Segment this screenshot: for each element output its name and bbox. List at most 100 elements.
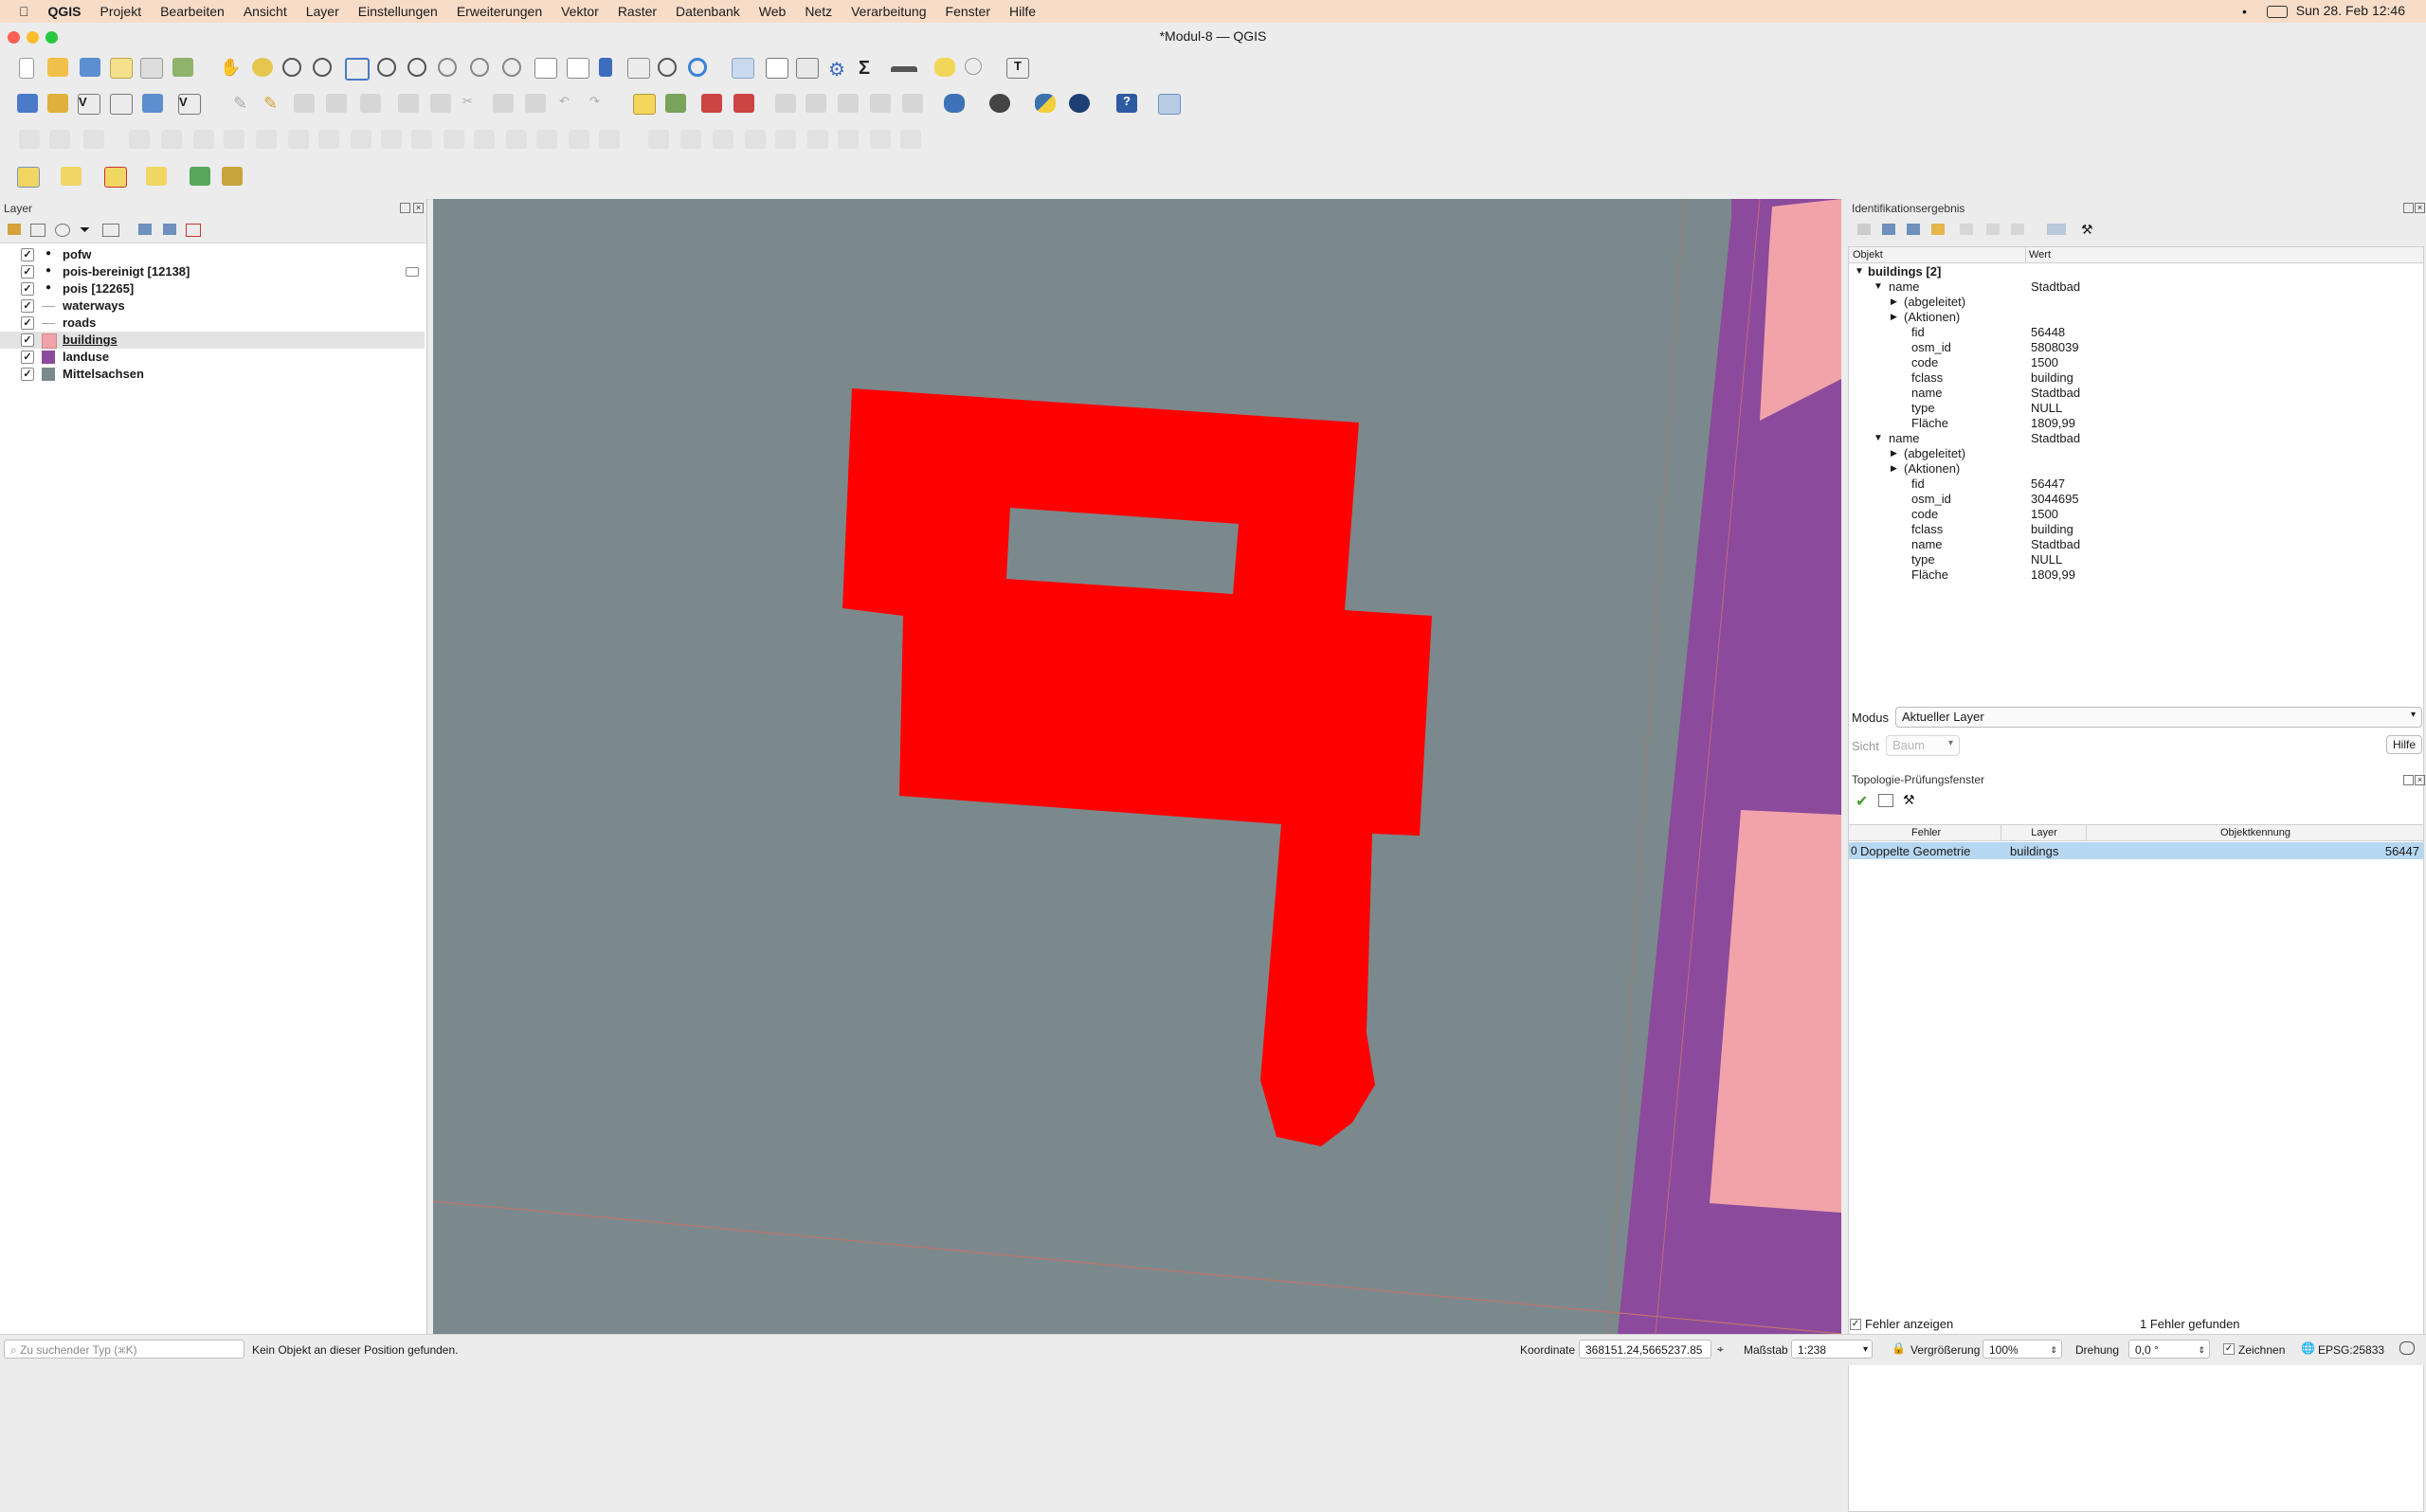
- map-canvas[interactable]: [433, 199, 1841, 1334]
- battery-icon[interactable]: [2267, 6, 2288, 18]
- crs-button[interactable]: EPSG:25833: [2318, 1343, 2384, 1357]
- rotation-field[interactable]: 0,0 ° ⇕: [2128, 1340, 2210, 1359]
- vertex-editor-icon[interactable]: [745, 130, 766, 149]
- move-label-icon[interactable]: [775, 94, 796, 113]
- layer-row-pofw[interactable]: ✓ ● pofw: [0, 246, 425, 263]
- column-header-value[interactable]: Wert: [2029, 249, 2051, 261]
- help-contents-icon[interactable]: ?: [1116, 94, 1137, 113]
- identify-mode-icon[interactable]: [2047, 224, 2066, 235]
- statistical-summary-icon[interactable]: Σ: [859, 58, 879, 79]
- pan-to-selection-icon[interactable]: [252, 58, 273, 77]
- feature-key[interactable]: name: [1889, 431, 1920, 445]
- avoid-intersections-icon[interactable]: [807, 130, 828, 149]
- collapse-all-icon[interactable]: [163, 224, 176, 235]
- rotate-point-symbols-icon[interactable]: [536, 130, 557, 149]
- float-panel-icon[interactable]: [2403, 203, 2414, 213]
- actions-node[interactable]: (Aktionen): [1904, 461, 1960, 476]
- align-rasters-icon[interactable]: [680, 130, 701, 149]
- digitize-icon[interactable]: [326, 94, 347, 113]
- derived-node[interactable]: (abgeleitet): [1904, 295, 1965, 309]
- zoom-native-icon[interactable]: [438, 58, 457, 77]
- data-source-manager-icon[interactable]: [17, 94, 38, 113]
- menubar-clock[interactable]: Sun 28. Feb 12:46: [2296, 3, 2405, 18]
- new-virtual-layer-icon[interactable]: [142, 94, 163, 113]
- self-snapping-icon[interactable]: [775, 130, 796, 149]
- show-bookmarks-icon[interactable]: [627, 58, 650, 79]
- merge-features-icon[interactable]: [474, 130, 495, 149]
- new-temporary-layer-icon[interactable]: [110, 94, 133, 115]
- zoom-out-icon[interactable]: [313, 58, 332, 77]
- filter-legend-icon[interactable]: ⏷: [80, 222, 90, 238]
- map-tips-icon[interactable]: [934, 58, 955, 77]
- render-checkbox[interactable]: ✓: [2223, 1343, 2235, 1355]
- crs-globe-icon[interactable]: 🌐: [2301, 1341, 2315, 1355]
- layer-visibility-checkbox[interactable]: ✓: [21, 316, 34, 330]
- toggle-extents-icon[interactable]: ⌖: [1717, 1342, 1724, 1357]
- manage-visibility-icon[interactable]: [55, 224, 70, 237]
- topological-editing-icon[interactable]: [838, 130, 859, 149]
- collapse-arrow-icon[interactable]: ▼: [1874, 281, 1883, 292]
- expand-arrow-icon[interactable]: ▶: [1891, 463, 1897, 474]
- print-results-icon[interactable]: [2011, 224, 2024, 235]
- column-header-feature-id[interactable]: Objektkennung: [2090, 827, 2421, 838]
- highlight-labels-icon[interactable]: [733, 94, 754, 113]
- close-panel-icon[interactable]: ×: [2415, 203, 2425, 213]
- shape-digitizing-icon[interactable]: [83, 130, 104, 149]
- menu-layer[interactable]: Layer: [306, 4, 339, 19]
- filter-indicator-icon[interactable]: [406, 267, 419, 277]
- add-part-icon[interactable]: [256, 130, 277, 149]
- menu-erweiterungen[interactable]: Erweiterungen: [457, 4, 542, 19]
- menu-vektor[interactable]: Vektor: [561, 4, 599, 19]
- column-header-object[interactable]: Objekt: [1853, 249, 1883, 261]
- label-toolbar-icon[interactable]: [633, 94, 656, 115]
- expand-all-icon[interactable]: [138, 224, 152, 235]
- menu-fenster[interactable]: Fenster: [946, 4, 990, 19]
- clear-results-icon[interactable]: [1960, 224, 1973, 235]
- layer-visibility-checkbox[interactable]: ✓: [21, 282, 34, 296]
- expand-arrow-icon[interactable]: ▶: [1891, 448, 1897, 459]
- split-features-icon[interactable]: [411, 130, 432, 149]
- reshape-icon[interactable]: [381, 130, 402, 149]
- delete-ring-icon[interactable]: [318, 130, 339, 149]
- snap-to-intersection-icon[interactable]: [870, 130, 891, 149]
- remove-layer-icon[interactable]: [186, 224, 201, 237]
- menu-raster[interactable]: Raster: [618, 4, 657, 19]
- identify-layer-label[interactable]: buildings [2]: [1868, 264, 1941, 279]
- enable-tracing-icon[interactable]: [49, 130, 70, 149]
- zoom-to-selection-icon[interactable]: [377, 58, 396, 77]
- current-edits-icon[interactable]: ✎: [233, 94, 254, 113]
- identify-toolbar-icon[interactable]: [222, 167, 243, 186]
- pan-map-icon[interactable]: ✋: [220, 58, 241, 77]
- new-spatial-bookmark-icon[interactable]: [599, 58, 612, 77]
- zoom-next-icon[interactable]: [502, 58, 521, 77]
- actions-node[interactable]: (Aktionen): [1904, 310, 1960, 324]
- layer-visibility-checkbox[interactable]: ✓: [21, 368, 34, 381]
- new-map-view-icon[interactable]: [534, 58, 557, 79]
- modify-attributes-icon[interactable]: [398, 94, 419, 113]
- layer-row-roads[interactable]: ✓ roads: [0, 315, 425, 332]
- layer-row-waterways[interactable]: ✓ waterways: [0, 297, 425, 315]
- label-properties-icon[interactable]: [902, 94, 923, 113]
- column-header-layer[interactable]: Layer: [2004, 827, 2084, 838]
- split-parts-icon[interactable]: [444, 130, 464, 149]
- magnifier-field[interactable]: 100% ⇕: [1982, 1340, 2062, 1359]
- measure-line-icon[interactable]: [891, 66, 917, 78]
- menu-netz[interactable]: Netz: [805, 4, 832, 19]
- layer-row-pois-bereinigt[interactable]: ✓ ● pois-bereinigt [12138]: [0, 263, 425, 280]
- expand-tree-icon[interactable]: [1882, 224, 1895, 235]
- select-by-location-icon[interactable]: [146, 167, 167, 186]
- identify-features-icon[interactable]: [732, 58, 754, 79]
- layer-visibility-checkbox[interactable]: ✓: [21, 351, 34, 364]
- undo-icon[interactable]: ↶: [559, 94, 580, 113]
- menu-projekt[interactable]: Projekt: [100, 4, 142, 19]
- layout-manager-icon[interactable]: [140, 58, 163, 79]
- new-print-layout-icon[interactable]: [110, 58, 133, 79]
- trim-extend-icon[interactable]: [648, 130, 669, 149]
- topology-checker-icon[interactable]: [1158, 94, 1181, 115]
- validate-extent-icon[interactable]: [1878, 794, 1893, 807]
- lock-scale-icon[interactable]: 🔒: [1892, 1341, 1906, 1355]
- snapping-icon[interactable]: [713, 130, 733, 149]
- close-panel-icon[interactable]: ×: [413, 203, 424, 213]
- change-label-icon[interactable]: [838, 94, 859, 113]
- menu-web[interactable]: Web: [759, 4, 787, 19]
